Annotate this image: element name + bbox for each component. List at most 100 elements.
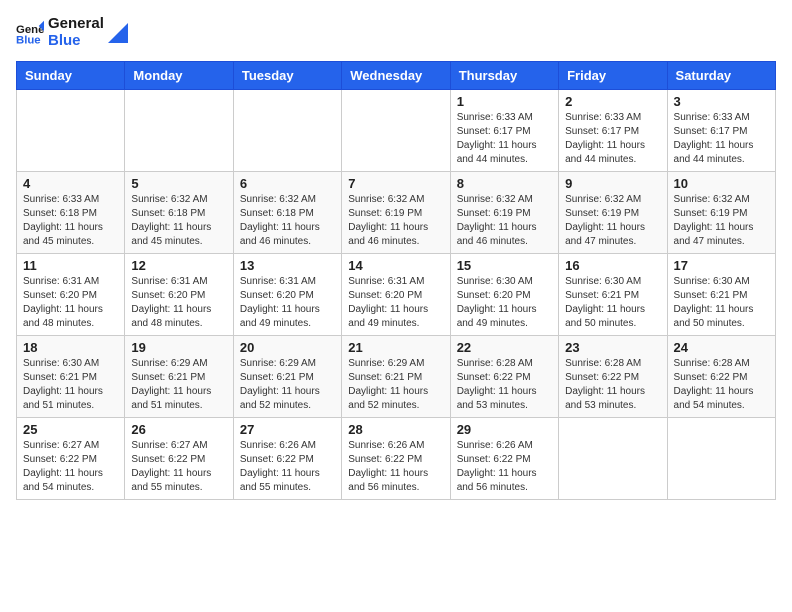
header-saturday: Saturday bbox=[667, 62, 775, 90]
day-number: 3 bbox=[674, 94, 769, 109]
calendar-cell: 16 Sunrise: 6:30 AMSunset: 6:21 PMDayligh… bbox=[559, 254, 667, 336]
logo-triangle-icon bbox=[108, 23, 128, 43]
logo-icon: General Blue bbox=[16, 19, 44, 47]
day-number: 17 bbox=[674, 258, 769, 273]
day-info: Sunrise: 6:29 AMSunset: 6:21 PMDaylight:… bbox=[240, 357, 335, 413]
calendar-cell: 6 Sunrise: 6:32 AMSunset: 6:18 PMDaylight… bbox=[233, 172, 341, 254]
calendar-cell: 22 Sunrise: 6:28 AMSunset: 6:22 PMDayligh… bbox=[450, 336, 558, 418]
day-number: 10 bbox=[674, 176, 769, 191]
week-row-5: 25 Sunrise: 6:27 AMSunset: 6:22 PMDayligh… bbox=[17, 418, 776, 500]
day-info: Sunrise: 6:31 AMSunset: 6:20 PMDaylight:… bbox=[131, 275, 226, 331]
calendar-cell: 17Sunrise: 6:30 AMSunset: 6:21 PMDayligh… bbox=[667, 254, 775, 336]
day-number: 7 bbox=[348, 176, 443, 191]
day-info: Sunrise: 6:28 AMSunset: 6:22 PMDaylight:… bbox=[674, 357, 769, 413]
day-info: Sunrise: 6:26 AMSunset: 6:22 PMDaylight:… bbox=[457, 439, 552, 495]
header-sunday: Sunday bbox=[17, 62, 125, 90]
header-monday: Monday bbox=[125, 62, 233, 90]
day-info: Sunrise: 6:32 AMSunset: 6:19 PMDaylight:… bbox=[674, 193, 769, 249]
day-number: 9 bbox=[565, 176, 660, 191]
calendar-cell: 26 Sunrise: 6:27 AMSunset: 6:22 PMDayligh… bbox=[125, 418, 233, 500]
day-info: Sunrise: 6:30 AMSunset: 6:21 PMDaylight:… bbox=[565, 275, 660, 331]
day-info: Sunrise: 6:32 AMSunset: 6:19 PMDaylight:… bbox=[565, 193, 660, 249]
day-info: Sunrise: 6:26 AMSunset: 6:22 PMDaylight:… bbox=[348, 439, 443, 495]
day-number: 2 bbox=[565, 94, 660, 109]
calendar-cell bbox=[17, 90, 125, 172]
day-number: 4 bbox=[23, 176, 118, 191]
day-number: 25 bbox=[23, 422, 118, 437]
day-number: 29 bbox=[457, 422, 552, 437]
calendar-cell: 20 Sunrise: 6:29 AMSunset: 6:21 PMDayligh… bbox=[233, 336, 341, 418]
day-info: Sunrise: 6:30 AMSunset: 6:21 PMDaylight:… bbox=[23, 357, 118, 413]
calendar-cell: 28 Sunrise: 6:26 AMSunset: 6:22 PMDayligh… bbox=[342, 418, 450, 500]
calendar-cell: 11 Sunrise: 6:31 AMSunset: 6:20 PMDayligh… bbox=[17, 254, 125, 336]
calendar-cell: 23 Sunrise: 6:28 AMSunset: 6:22 PMDayligh… bbox=[559, 336, 667, 418]
week-row-2: 4 Sunrise: 6:33 AMSunset: 6:18 PMDaylight… bbox=[17, 172, 776, 254]
day-number: 27 bbox=[240, 422, 335, 437]
calendar-body: 1 Sunrise: 6:33 AMSunset: 6:17 PMDaylight… bbox=[17, 90, 776, 500]
week-row-1: 1 Sunrise: 6:33 AMSunset: 6:17 PMDaylight… bbox=[17, 90, 776, 172]
calendar-cell bbox=[342, 90, 450, 172]
calendar-cell: 14 Sunrise: 6:31 AMSunset: 6:20 PMDayligh… bbox=[342, 254, 450, 336]
day-info: Sunrise: 6:31 AMSunset: 6:20 PMDaylight:… bbox=[240, 275, 335, 331]
logo-blue: Blue bbox=[48, 33, 104, 50]
calendar-cell: 9 Sunrise: 6:32 AMSunset: 6:19 PMDaylight… bbox=[559, 172, 667, 254]
svg-text:Blue: Blue bbox=[16, 34, 41, 46]
calendar-cell: 24Sunrise: 6:28 AMSunset: 6:22 PMDayligh… bbox=[667, 336, 775, 418]
header-tuesday: Tuesday bbox=[233, 62, 341, 90]
calendar-cell: 10 Sunrise: 6:32 AMSunset: 6:19 PMDayligh… bbox=[667, 172, 775, 254]
day-info: Sunrise: 6:28 AMSunset: 6:22 PMDaylight:… bbox=[565, 357, 660, 413]
calendar-cell bbox=[233, 90, 341, 172]
day-number: 16 bbox=[565, 258, 660, 273]
calendar-cell: 21 Sunrise: 6:29 AMSunset: 6:21 PMDayligh… bbox=[342, 336, 450, 418]
calendar-cell: 19Sunrise: 6:29 AMSunset: 6:21 PMDayligh… bbox=[125, 336, 233, 418]
day-number: 6 bbox=[240, 176, 335, 191]
header-thursday: Thursday bbox=[450, 62, 558, 90]
calendar-cell: 8Sunrise: 6:32 AMSunset: 6:19 PMDaylight… bbox=[450, 172, 558, 254]
day-number: 23 bbox=[565, 340, 660, 355]
day-number: 14 bbox=[348, 258, 443, 273]
calendar-cell: 7 Sunrise: 6:32 AMSunset: 6:19 PMDaylight… bbox=[342, 172, 450, 254]
day-number: 21 bbox=[348, 340, 443, 355]
day-number: 1 bbox=[457, 94, 552, 109]
day-number: 12 bbox=[131, 258, 226, 273]
day-number: 8 bbox=[457, 176, 552, 191]
week-row-3: 11 Sunrise: 6:31 AMSunset: 6:20 PMDayligh… bbox=[17, 254, 776, 336]
week-row-4: 18Sunrise: 6:30 AMSunset: 6:21 PMDayligh… bbox=[17, 336, 776, 418]
day-number: 20 bbox=[240, 340, 335, 355]
day-info: Sunrise: 6:33 AMSunset: 6:17 PMDaylight:… bbox=[674, 111, 769, 167]
header-friday: Friday bbox=[559, 62, 667, 90]
calendar-cell: 15Sunrise: 6:30 AMSunset: 6:20 PMDayligh… bbox=[450, 254, 558, 336]
calendar-cell: 2 Sunrise: 6:33 AMSunset: 6:17 PMDaylight… bbox=[559, 90, 667, 172]
day-number: 13 bbox=[240, 258, 335, 273]
day-info: Sunrise: 6:31 AMSunset: 6:20 PMDaylight:… bbox=[348, 275, 443, 331]
day-number: 28 bbox=[348, 422, 443, 437]
calendar-cell: 3 Sunrise: 6:33 AMSunset: 6:17 PMDaylight… bbox=[667, 90, 775, 172]
header-wednesday: Wednesday bbox=[342, 62, 450, 90]
calendar-cell bbox=[125, 90, 233, 172]
logo: General Blue General Blue bbox=[16, 16, 128, 49]
day-number: 22 bbox=[457, 340, 552, 355]
logo-general: General bbox=[48, 16, 104, 33]
calendar-cell: 12 Sunrise: 6:31 AMSunset: 6:20 PMDayligh… bbox=[125, 254, 233, 336]
day-info: Sunrise: 6:33 AMSunset: 6:18 PMDaylight:… bbox=[23, 193, 118, 249]
day-info: Sunrise: 6:27 AMSunset: 6:22 PMDaylight:… bbox=[131, 439, 226, 495]
day-number: 11 bbox=[23, 258, 118, 273]
calendar-cell bbox=[667, 418, 775, 500]
calendar-table: SundayMondayTuesdayWednesdayThursdayFrid… bbox=[16, 61, 776, 500]
day-info: Sunrise: 6:28 AMSunset: 6:22 PMDaylight:… bbox=[457, 357, 552, 413]
calendar-header: SundayMondayTuesdayWednesdayThursdayFrid… bbox=[17, 62, 776, 90]
day-info: Sunrise: 6:29 AMSunset: 6:21 PMDaylight:… bbox=[348, 357, 443, 413]
day-info: Sunrise: 6:32 AMSunset: 6:18 PMDaylight:… bbox=[240, 193, 335, 249]
day-info: Sunrise: 6:32 AMSunset: 6:19 PMDaylight:… bbox=[348, 193, 443, 249]
day-info: Sunrise: 6:31 AMSunset: 6:20 PMDaylight:… bbox=[23, 275, 118, 331]
calendar-cell: 4 Sunrise: 6:33 AMSunset: 6:18 PMDaylight… bbox=[17, 172, 125, 254]
day-number: 5 bbox=[131, 176, 226, 191]
day-number: 15 bbox=[457, 258, 552, 273]
calendar-cell bbox=[559, 418, 667, 500]
day-number: 26 bbox=[131, 422, 226, 437]
day-info: Sunrise: 6:33 AMSunset: 6:17 PMDaylight:… bbox=[565, 111, 660, 167]
day-info: Sunrise: 6:33 AMSunset: 6:17 PMDaylight:… bbox=[457, 111, 552, 167]
calendar-cell: 18Sunrise: 6:30 AMSunset: 6:21 PMDayligh… bbox=[17, 336, 125, 418]
calendar-cell: 27Sunrise: 6:26 AMSunset: 6:22 PMDayligh… bbox=[233, 418, 341, 500]
calendar-cell: 25Sunrise: 6:27 AMSunset: 6:22 PMDayligh… bbox=[17, 418, 125, 500]
